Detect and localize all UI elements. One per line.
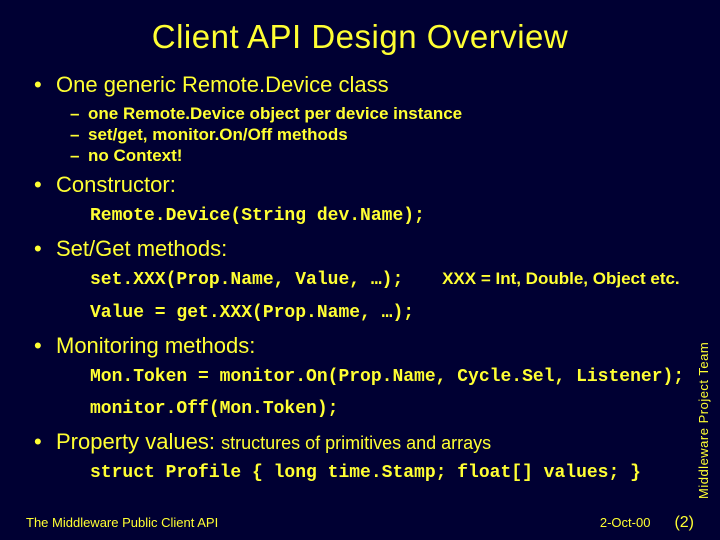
bullet-text-a: Property values: — [56, 429, 221, 454]
sub-bullet: no Context! — [70, 146, 696, 166]
code-struct: struct Profile { long time.Stamp; float[… — [90, 461, 696, 485]
bullet-text-b: structures of primitives and arrays — [221, 433, 491, 453]
footer-page: (2) — [674, 514, 694, 532]
bullet-monitoring: Monitoring methods: — [34, 333, 696, 359]
footer: The Middleware Public Client API 2-Oct-0… — [26, 514, 694, 532]
footer-date: 2-Oct-00 — [600, 515, 651, 530]
bullet-list: One generic Remote.Device class one Remo… — [24, 72, 696, 486]
code-get: Value = get.XXX(Prop.Name, …); — [90, 301, 696, 325]
side-team-label: Middleware Project Team — [696, 330, 714, 510]
sub-bullet: set/get, monitor.On/Off methods — [70, 125, 696, 145]
code-monitor-off: monitor.Off(Mon.Token); — [90, 397, 696, 421]
sub-bullets-remote-device: one Remote.Device object per device inst… — [34, 104, 696, 166]
bullet-property-values: Property values: structures of primitive… — [34, 429, 696, 455]
slide: Client API Design Overview One generic R… — [0, 0, 720, 540]
code-set: set.XXX(Prop.Name, Value, …); XXX = Int,… — [90, 268, 696, 292]
sub-bullet: one Remote.Device object per device inst… — [70, 104, 696, 124]
bullet-remote-device: One generic Remote.Device class — [34, 72, 696, 98]
code-constructor: Remote.Device(String dev.Name); — [90, 204, 696, 228]
slide-title: Client API Design Overview — [24, 18, 696, 56]
footer-left: The Middleware Public Client API — [26, 515, 218, 530]
code-monitor-on: Mon.Token = monitor.On(Prop.Name, Cycle.… — [90, 365, 696, 389]
bullet-setget: Set/Get methods: — [34, 236, 696, 262]
code-annotation: XXX = Int, Double, Object etc. — [442, 269, 680, 288]
code-text: set.XXX(Prop.Name, Value, …); — [90, 270, 403, 290]
bullet-constructor: Constructor: — [34, 172, 696, 198]
